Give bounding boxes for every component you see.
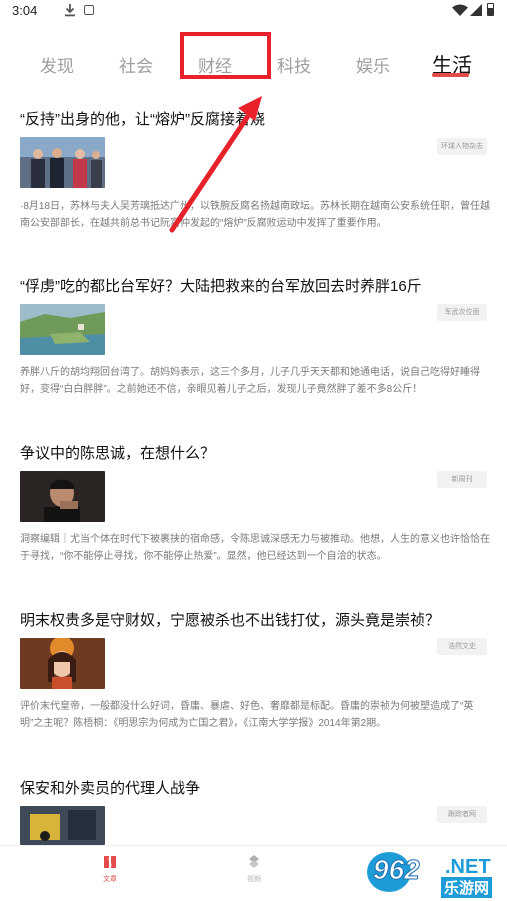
article-title[interactable]: 明末权贵多是守财奴，宁愿被杀也不出钱打仗，源头竟是崇祯？: [20, 609, 440, 630]
article-source: 浩然文史: [437, 638, 487, 655]
article-source: 环球人物杂志: [437, 138, 487, 155]
article-title[interactable]: “反持”出身的他，让“熔炉”反腐接着烧: [20, 108, 265, 129]
download-icon: [65, 4, 75, 17]
tab-discover[interactable]: 发现: [40, 52, 74, 77]
article-summary: 洞察编辑｜尤当个体在时代下被裹挟的宿命感，令陈思诚深感无力与被推动。他想，人生的…: [20, 534, 490, 562]
article-source: 新周刊: [437, 471, 487, 488]
article-summary: ·8月18日，苏林与夫人吴芳璃抵达广州，以铁腕反腐名扬越南政坛。苏林长期在越南公…: [20, 201, 491, 229]
article-icon: [104, 856, 116, 868]
battery-icon: [487, 3, 494, 16]
tab-tech[interactable]: 科技: [277, 52, 311, 77]
annotation-highlight-box: [180, 32, 271, 79]
signal-icon: [470, 4, 482, 16]
article-thumbnail[interactable]: [20, 806, 105, 845]
article-thumbnail[interactable]: [20, 471, 105, 522]
status-bar: 3:04: [0, 0, 507, 22]
watermark-cn: 乐游网: [441, 877, 493, 898]
status-time: 3:04: [12, 3, 38, 18]
nav-item-articles[interactable]: 文章: [85, 854, 135, 884]
article-thumbnail[interactable]: [20, 638, 105, 689]
article-thumbnail[interactable]: [20, 137, 105, 188]
video-icon: [249, 855, 259, 868]
watermark-net: .NET: [445, 856, 491, 878]
watermark-number: 962: [373, 854, 421, 886]
tab-entertainment[interactable]: 娱乐: [356, 52, 390, 77]
nav-label-articles: 文章: [103, 876, 117, 883]
article-source: 跟踪者网: [437, 806, 487, 823]
tab-society[interactable]: 社会: [119, 52, 153, 77]
article-title[interactable]: 争议中的陈思诚，在想什么？: [20, 442, 215, 463]
nav-label-video: 视频: [247, 876, 261, 883]
article-thumbnail[interactable]: [20, 304, 105, 355]
nav-item-video[interactable]: 视频: [229, 854, 279, 884]
article-summary: 评价末代皇帝，一般都没什么好词，昏庸、暴虐、好色、奢靡都是标配。昏庸的崇祯为何被…: [20, 701, 474, 729]
app-icon: [84, 5, 94, 15]
article-title[interactable]: “俘虏”吃的都比台军好？大陆把救来的台军放回去时养胖16斤: [20, 275, 422, 296]
article-summary: 养胖八斤的胡均翔回台湾了。胡妈妈表示，这三个多月，儿子几乎天天都和她通电话，说自…: [20, 367, 480, 395]
site-watermark: 962 .NET 乐游网: [367, 848, 503, 898]
active-tab-indicator: [432, 73, 469, 77]
wifi-icon: [452, 4, 468, 16]
article-source: 军武次位面: [437, 304, 487, 321]
article-title[interactable]: 保安和外卖员的代理人战争: [20, 777, 200, 798]
